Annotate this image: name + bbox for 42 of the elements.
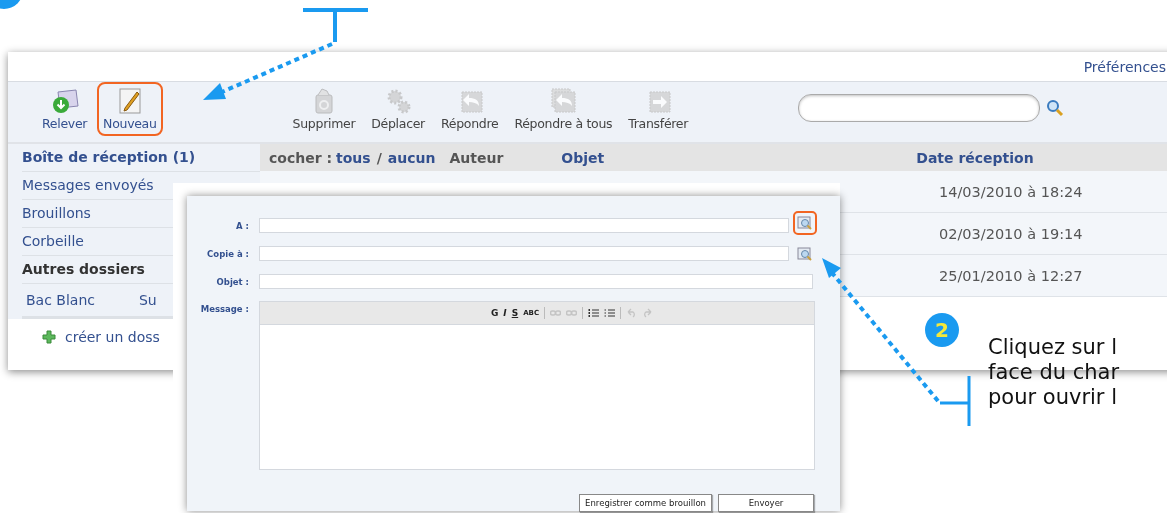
dialog-button[interactable]: Enregistrer comme brouillon	[579, 494, 712, 512]
check-all-link[interactable]: tous	[336, 149, 371, 166]
address-book-icon	[797, 245, 813, 262]
toolbar-button[interactable]: Relever	[36, 82, 94, 136]
search-field[interactable]	[798, 94, 1041, 122]
column-header[interactable]: Objet	[561, 149, 605, 166]
format-button[interactable]: I	[503, 308, 507, 318]
toolbar-button[interactable]: Nouveau	[97, 82, 163, 136]
format-button[interactable]: S	[511, 308, 519, 318]
instruction-text: Cliquez sur l	[988, 335, 1118, 360]
preferences-link[interactable]: Préférences	[1083, 58, 1166, 75]
date-cell: 25/01/2010 à 12:27	[939, 267, 1083, 284]
input-field[interactable]	[259, 246, 789, 261]
column-header[interactable]: Date réception	[916, 149, 1034, 166]
field-label: Message :	[199, 303, 250, 314]
address-book-button[interactable]	[793, 210, 817, 235]
check-none-link[interactable]: aucun	[387, 149, 436, 166]
format-button[interactable]: G	[490, 308, 499, 318]
separator-text: /	[376, 149, 382, 166]
folder-item[interactable]: Su	[139, 292, 157, 308]
folder-item[interactable]: Bac Blanc	[26, 292, 95, 308]
reply-all-arrow-icon	[548, 86, 579, 116]
instruction-text: pour ouvrir l	[988, 385, 1118, 410]
field-label: Objet :	[215, 276, 250, 287]
instruction-text: face du char	[988, 360, 1120, 385]
check-label: cocher :	[269, 149, 333, 166]
field-label: A :	[235, 220, 250, 231]
search-icon[interactable]	[1046, 99, 1065, 117]
field-label: Copie à :	[206, 248, 250, 259]
bracket-line	[938, 374, 971, 428]
plus-icon	[42, 330, 56, 344]
dialog-button[interactable]: Envoyer	[718, 494, 814, 512]
numbered-list-icon[interactable]	[604, 308, 616, 318]
date-cell: 14/03/2010 à 18:24	[939, 183, 1083, 200]
input-field[interactable]	[259, 218, 789, 233]
address-book-icon	[797, 214, 813, 231]
create-folder-link[interactable]: créer un doss	[65, 329, 160, 345]
column-header[interactable]: Auteur	[449, 149, 504, 166]
input-field[interactable]	[259, 274, 813, 289]
bracket-line	[301, 8, 370, 44]
bullet-list-icon[interactable]	[588, 308, 600, 318]
date-cell: 02/03/2010 à 19:14	[939, 225, 1083, 242]
